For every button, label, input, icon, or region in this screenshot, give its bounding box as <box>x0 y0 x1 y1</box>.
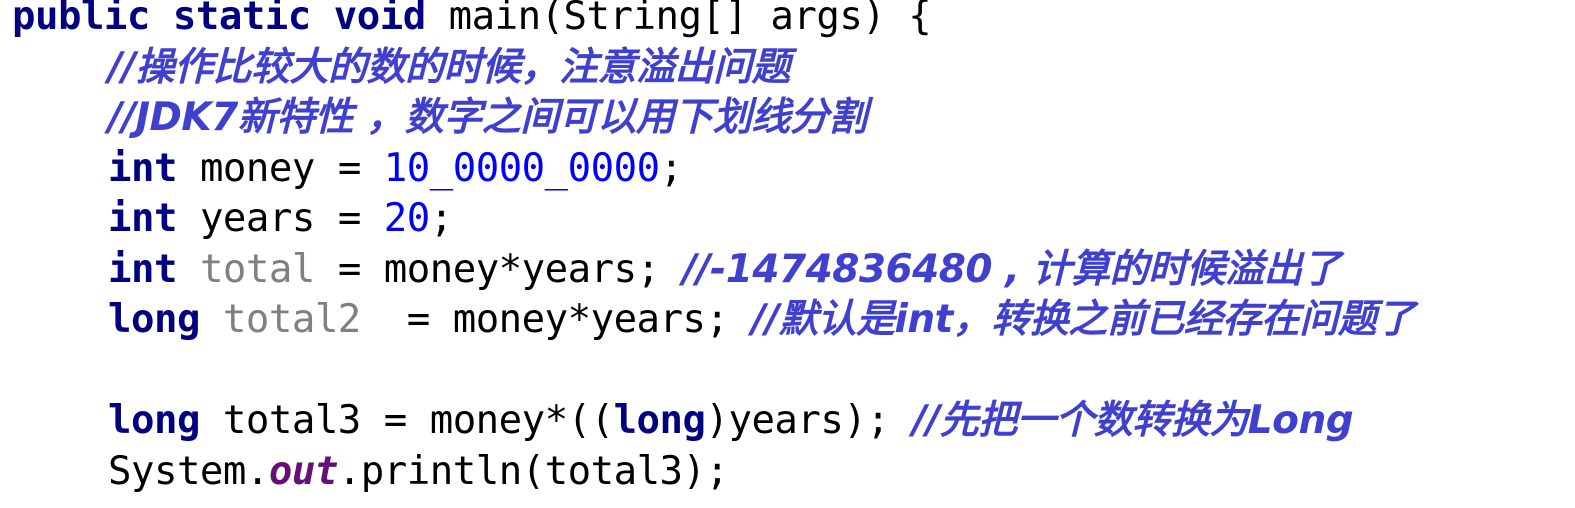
code-line-years: int years = 20; <box>12 194 1572 245</box>
keyword-static: static <box>172 0 311 39</box>
comment-total: //-1474836480 , 计算的时候溢出了 <box>682 246 1342 292</box>
expression-total: = money*years; <box>314 246 683 292</box>
code-line-total2: long total2 = money*years; //默认是int，转换之前… <box>12 295 1572 346</box>
println-call: .println(total3); <box>337 448 729 494</box>
variable-money: money <box>199 145 315 191</box>
code-line-total3: long total3 = money*((long)years); //先把一… <box>12 396 1572 447</box>
comment-total3: //先把一个数转换为Long <box>912 398 1354 443</box>
code-line-money: int money = 10_0000_0000; <box>12 144 1572 195</box>
keyword-public: public <box>12 0 150 39</box>
code-line-comment-overflow: //操作比较大的数的时候，注意溢出问题 <box>12 43 1572 94</box>
comment-jdk7: //JDK7新特性 ，数字之间可以用下划线分割 <box>108 95 867 140</box>
expression-total3-end: )years); <box>705 398 913 443</box>
method-signature-text: main(String[] args) { <box>448 0 932 39</box>
code-line-total: int total = money*years; //-1474836480 ,… <box>12 245 1572 296</box>
type-int: int <box>108 145 177 191</box>
type-int: int <box>108 246 177 292</box>
type-long: long <box>108 398 200 443</box>
assign-operator: = <box>314 196 384 241</box>
code-line-comment-jdk7: //JDK7新特性 ，数字之间可以用下划线分割 <box>12 93 1572 144</box>
semicolon: ; <box>659 145 683 191</box>
type-int: int <box>108 196 177 241</box>
static-field-out: out <box>268 448 338 494</box>
type-long: long <box>108 297 200 342</box>
number-literal-money: 10_0000_0000 <box>383 145 660 191</box>
comment-overflow: //操作比较大的数的时候，注意溢出问题 <box>108 44 791 90</box>
semicolon: ; <box>429 196 453 241</box>
cast-long: long <box>613 398 706 443</box>
variable-total2-unused: total2 <box>222 297 361 342</box>
variable-years: years <box>199 196 315 241</box>
code-editor[interactable]: public static void main(String[] args) {… <box>12 0 1572 508</box>
declaration-total3: total3 = money*(( <box>199 398 614 443</box>
code-line-method-signature: public static void main(String[] args) { <box>12 0 1572 43</box>
keyword-void: void <box>333 0 426 39</box>
code-line-println: System.out.println(total3); <box>12 447 1572 498</box>
number-literal-years: 20 <box>383 196 430 241</box>
comment-total2: //默认是int，转换之前已经存在问题了 <box>751 297 1415 342</box>
system-class: System. <box>108 448 269 494</box>
variable-total-unused: total <box>199 246 315 292</box>
assign-operator: = <box>314 145 384 191</box>
expression-total2: = money*years; <box>360 297 752 342</box>
